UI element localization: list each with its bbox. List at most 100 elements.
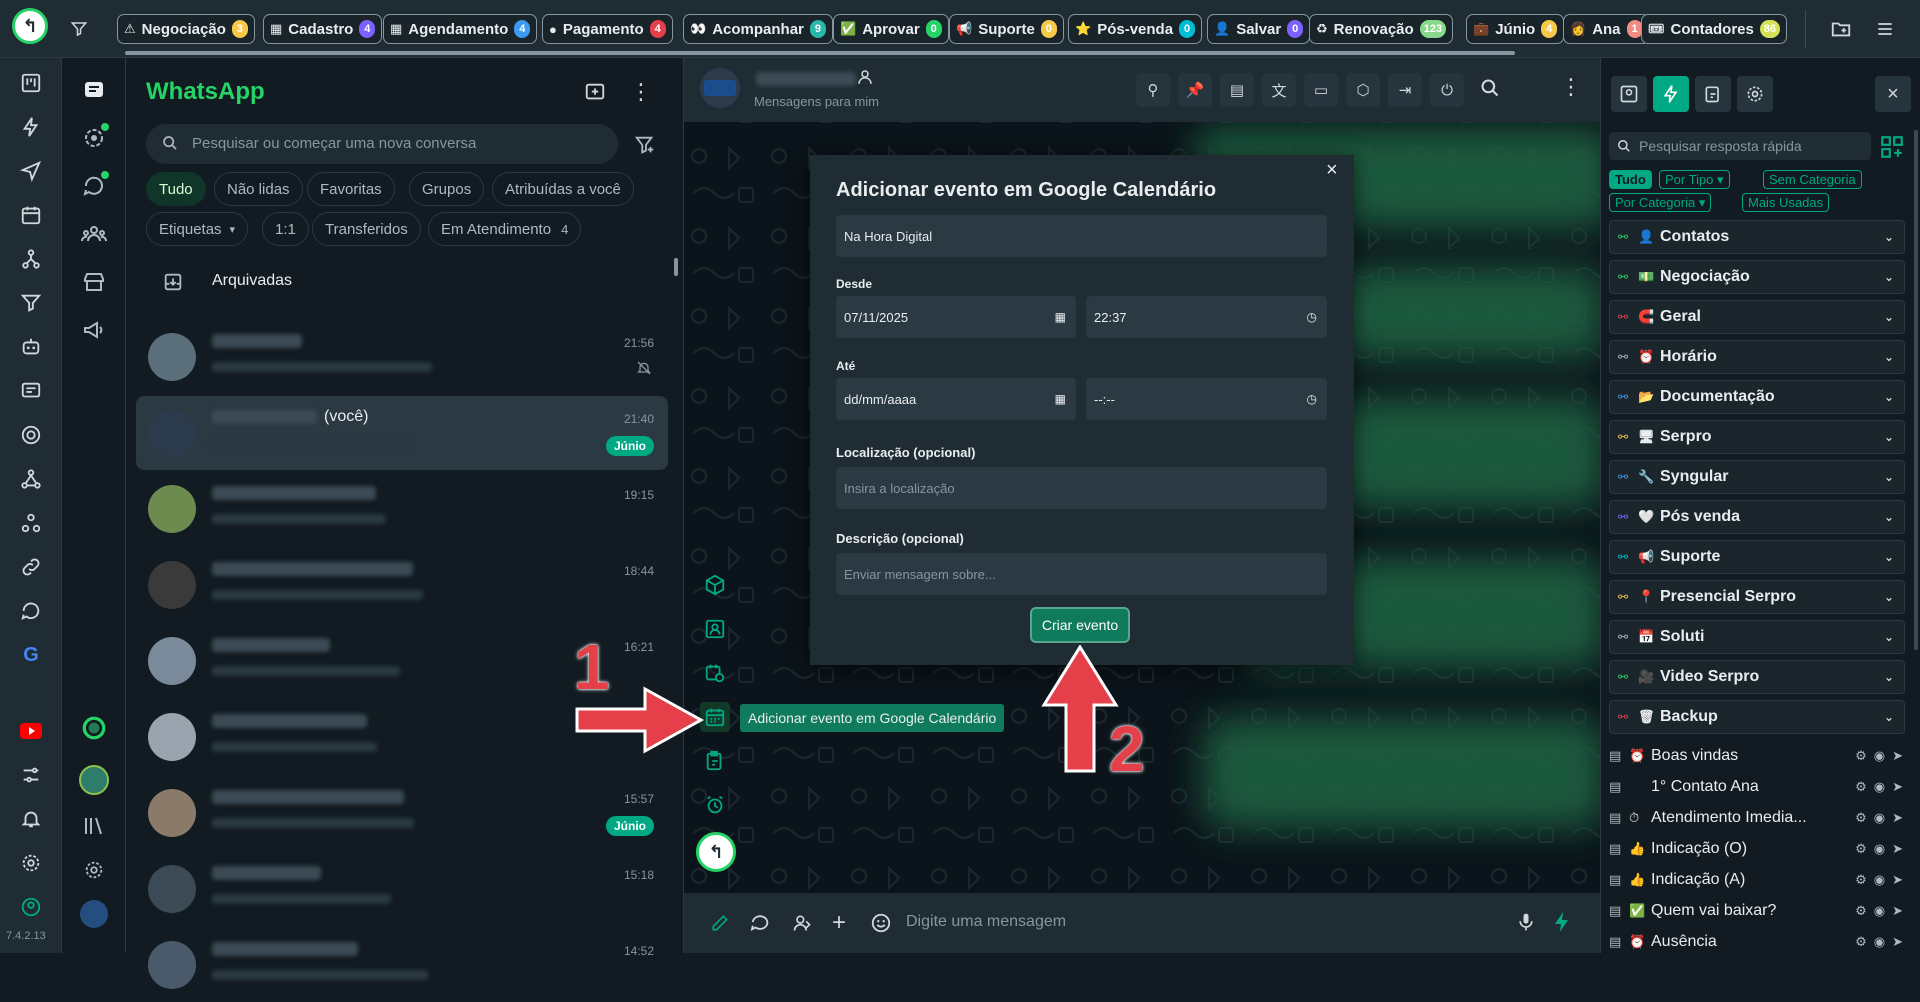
status-icon[interactable] bbox=[77, 121, 111, 155]
reply-send-icon[interactable]: ➤ bbox=[1892, 872, 1903, 888]
category-item[interactable]: ⚯ 🗑 Backup ⌄ bbox=[1609, 700, 1905, 734]
chats-icon[interactable] bbox=[77, 73, 111, 107]
translate-icon[interactable]: 文 bbox=[1262, 73, 1296, 107]
reply-settings-icon[interactable]: ⚙ bbox=[1855, 872, 1867, 888]
tag-scrollbar[interactable] bbox=[125, 51, 1515, 55]
reply-preview-icon[interactable]: ◉ bbox=[1874, 810, 1885, 826]
quick-reply-item[interactable]: ▤ ⏱ Atendimento Imedia... ⚙ ◉ ➤ bbox=[1609, 803, 1905, 833]
webhook-icon[interactable] bbox=[14, 506, 48, 540]
chat-menu-icon[interactable]: ⋮ bbox=[1560, 74, 1582, 100]
chat-row[interactable]: 15:57 Júnio bbox=[136, 776, 668, 850]
pin-icon[interactable]: 📌 bbox=[1178, 73, 1212, 107]
chat-row[interactable]: 18:44 bbox=[136, 548, 668, 622]
filter-1-1[interactable]: 1:1 bbox=[262, 212, 309, 246]
chat-row[interactable]: 15:18 bbox=[136, 852, 668, 926]
category-item[interactable]: ⚯ 📅 Soluti ⌄ bbox=[1609, 620, 1905, 654]
contact-share-icon[interactable] bbox=[792, 913, 812, 938]
store-icon[interactable] bbox=[77, 265, 111, 299]
reply-settings-icon[interactable]: ⚙ bbox=[1855, 934, 1867, 950]
google-icon[interactable]: G bbox=[14, 638, 48, 672]
search-chat-icon[interactable] bbox=[1480, 78, 1500, 103]
link-icon[interactable] bbox=[14, 550, 48, 584]
network-icon[interactable] bbox=[14, 462, 48, 496]
search-box[interactable]: Pesquisar ou começar uma nova conversa bbox=[146, 124, 618, 164]
reply-send-icon[interactable]: ➤ bbox=[1892, 934, 1903, 950]
quick-reply-item[interactable]: ▤ ✅ Quem vai baixar? ⚙ ◉ ➤ bbox=[1609, 896, 1905, 926]
category-item[interactable]: ⚯ 🤍 Pós venda ⌄ bbox=[1609, 500, 1905, 534]
menu-icon[interactable] bbox=[1870, 14, 1900, 44]
filter-em-atendimento[interactable]: Em Atendimento 4 bbox=[428, 212, 582, 246]
contact-card-tab-icon[interactable] bbox=[1611, 76, 1647, 112]
tag-2[interactable]: ▦ Agendamento 4 bbox=[383, 14, 538, 44]
extension-clock-button[interactable]: ↰ bbox=[696, 832, 736, 872]
folder-add-icon[interactable] bbox=[1826, 14, 1856, 44]
folder-open-icon[interactable]: ▭ bbox=[1304, 73, 1338, 107]
create-event-button[interactable]: Criar evento bbox=[1032, 609, 1128, 641]
category-item[interactable]: ⚯ 👤 Contatos ⌄ bbox=[1609, 220, 1905, 254]
package-icon[interactable] bbox=[700, 570, 730, 600]
new-chat-icon[interactable] bbox=[581, 78, 609, 106]
end-date-input[interactable]: dd/mm/aaaa ▦ bbox=[836, 378, 1076, 420]
filter-favoritas[interactable]: Favoritas bbox=[307, 172, 395, 206]
tag-10[interactable]: 💼 Júnio 4 bbox=[1466, 14, 1565, 44]
event-title-input[interactable]: Na Hora Digital bbox=[836, 215, 1327, 257]
edit-icon[interactable] bbox=[710, 913, 730, 938]
reply-send-icon[interactable]: ➤ bbox=[1892, 903, 1903, 919]
category-item[interactable]: ⚯ 📂 Documentação ⌄ bbox=[1609, 380, 1905, 414]
quick-filter-sem-categoria[interactable]: Sem Categoria bbox=[1763, 170, 1862, 189]
reply-settings-icon[interactable]: ⚙ bbox=[1855, 748, 1867, 764]
tag-5[interactable]: ✅ Aprovar 0 bbox=[833, 14, 949, 44]
reply-settings-icon[interactable]: ⚙ bbox=[1855, 841, 1867, 857]
profile-avatar[interactable] bbox=[77, 763, 111, 797]
bot-icon[interactable] bbox=[14, 330, 48, 364]
filter-grupos[interactable]: Grupos bbox=[409, 172, 485, 206]
attach-plus-icon[interactable]: + bbox=[832, 909, 846, 937]
chat-list-scrollbar[interactable] bbox=[674, 258, 678, 276]
settings-gear-icon[interactable] bbox=[14, 846, 48, 880]
close-panel-icon[interactable]: × bbox=[1875, 76, 1911, 112]
tag-12[interactable]: 🎟 Contadores 86 bbox=[1641, 14, 1788, 44]
quick-reply-item[interactable]: ▤ 1° Contato Ana ⚙ ◉ ➤ bbox=[1609, 772, 1905, 802]
close-icon[interactable]: × bbox=[1326, 159, 1338, 182]
category-item[interactable]: ⚯ ⏰ Horário ⌄ bbox=[1609, 340, 1905, 374]
start-time-input[interactable]: 22:37 ◷ bbox=[1086, 296, 1327, 338]
quick-filter-tudo[interactable]: Tudo bbox=[1609, 170, 1652, 189]
reply-settings-icon[interactable]: ⚙ bbox=[1855, 779, 1867, 795]
emoji-icon[interactable] bbox=[870, 912, 892, 939]
reply-preview-icon[interactable]: ◉ bbox=[1874, 779, 1885, 795]
contact-card-icon[interactable] bbox=[700, 614, 730, 644]
reply-preview-icon[interactable]: ◉ bbox=[1874, 841, 1885, 857]
quick-reply-item[interactable]: ▤ 👍 Indicação (A) ⚙ ◉ ➤ bbox=[1609, 865, 1905, 895]
meta-ai-icon[interactable] bbox=[77, 711, 111, 745]
quick-reply-lightning-icon[interactable] bbox=[1550, 909, 1574, 940]
calendar-clock-icon[interactable] bbox=[700, 658, 730, 688]
add-grid-icon[interactable] bbox=[1879, 134, 1905, 165]
reply-send-icon[interactable]: ➤ bbox=[1892, 841, 1903, 857]
app-logo-clock-icon[interactable]: ↰ bbox=[12, 8, 48, 44]
notes-icon[interactable]: ▤ bbox=[1220, 73, 1254, 107]
chat-row[interactable]: 14:52 bbox=[136, 928, 668, 1002]
reply-settings-icon[interactable]: ⚙ bbox=[1855, 903, 1867, 919]
flow-tool-icon[interactable]: ⚲ bbox=[1136, 73, 1170, 107]
filter-icon[interactable] bbox=[64, 14, 94, 44]
youtube-icon[interactable] bbox=[14, 714, 48, 748]
reply-preview-icon[interactable]: ◉ bbox=[1874, 748, 1885, 764]
reply-send-icon[interactable]: ➤ bbox=[1892, 748, 1903, 764]
category-item[interactable]: ⚯ 💵 Negociação ⌄ bbox=[1609, 260, 1905, 294]
chat-row[interactable]: 19:15 bbox=[136, 472, 668, 546]
more-options-icon[interactable]: ⋮ bbox=[630, 78, 652, 106]
location-input[interactable]: Insira a localização bbox=[836, 467, 1327, 509]
channels-icon[interactable] bbox=[77, 169, 111, 203]
category-item[interactable]: ⚯ 📢 Suporte ⌄ bbox=[1609, 540, 1905, 574]
quick-filter-por-tipo[interactable]: Por Tipo ▾ bbox=[1659, 170, 1730, 189]
settings-tab-icon[interactable] bbox=[1737, 76, 1773, 112]
tag-11[interactable]: 👩 Ana 1 bbox=[1563, 14, 1650, 44]
label-icon[interactable]: ⬡ bbox=[1346, 73, 1380, 107]
chat-search-icon[interactable] bbox=[14, 594, 48, 628]
panel-scrollbar[interactable] bbox=[1914, 130, 1918, 650]
chat-row[interactable]: (você) 21:40 Júnio bbox=[136, 396, 668, 470]
category-item[interactable]: ⚯ 🎥 Video Serpro ⌄ bbox=[1609, 660, 1905, 694]
description-input[interactable]: Enviar mensagem sobre... bbox=[836, 553, 1327, 595]
sliders-icon[interactable] bbox=[14, 758, 48, 792]
quick-search-box[interactable]: Pesquisar resposta rápida bbox=[1609, 132, 1871, 160]
